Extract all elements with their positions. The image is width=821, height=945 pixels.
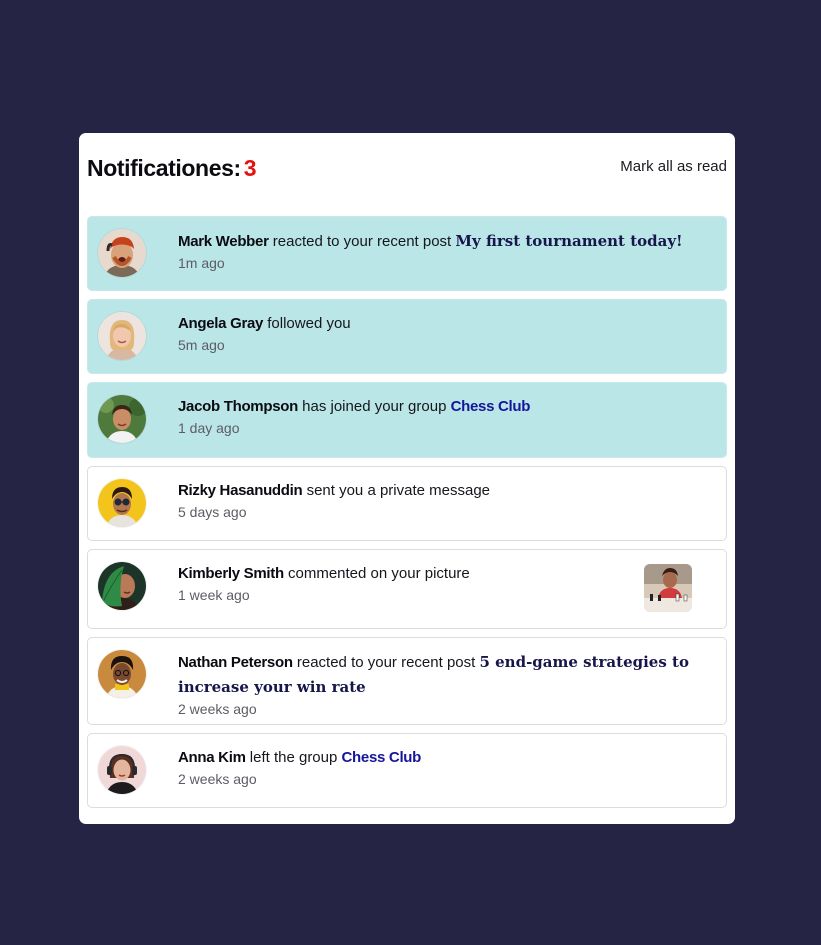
notification-item[interactable]: Jacob Thompson has joined your group Che… [87,382,727,458]
user-name[interactable]: Nathan Peterson [178,654,293,671]
unread-count-badge: 3 [243,155,257,181]
notification-action: has joined your group [297,398,451,415]
user-name[interactable]: Angela Gray [178,315,263,332]
notification-text: Kimberly Smith commented on your picture… [178,562,713,605]
notification-item[interactable]: Mark Webber reacted to your recent post … [87,216,727,291]
notification-action: reacted to your recent post [268,233,456,250]
group-link[interactable]: Chess Club [342,749,422,766]
notification-time: 5 days ago [178,504,247,520]
notification-text: Rizky Hasanuddin sent you a private mess… [178,479,713,522]
man-sunglasses-avatar-icon[interactable] [98,479,146,527]
notification-action: commented on your picture [283,565,470,582]
notification-text: Nathan Peterson reacted to your recent p… [178,650,713,719]
notification-item[interactable]: Kimberly Smith commented on your picture… [87,549,727,629]
notification-item[interactable]: Anna Kim left the group Chess Club 2 wee… [87,733,727,808]
group-link[interactable]: Chess Club [451,398,531,415]
page-title: Notificationes: 3 [87,153,257,183]
user-name[interactable]: Mark Webber [178,233,269,250]
man-shouting-avatar-icon[interactable] [98,229,146,277]
blonde-woman-avatar-icon[interactable] [98,312,146,360]
notification-item[interactable]: Nathan Peterson reacted to your recent p… [87,637,727,725]
notification-action: reacted to your recent post [292,654,480,671]
notification-time: 2 weeks ago [178,771,257,787]
notification-time: 1 week ago [178,587,250,603]
notifications-card: Notificationes: 3 Mark all as read Mark W… [79,133,735,824]
notification-action: followed you [263,315,351,332]
user-name[interactable]: Anna Kim [178,749,246,766]
chess-picture-thumbnail-icon[interactable] [644,564,692,612]
notification-action: left the group [245,749,342,766]
title-text: Notificationes: [87,155,241,181]
user-name[interactable]: Kimberly Smith [178,565,284,582]
notification-item[interactable]: Angela Gray followed you 5m ago [87,299,727,374]
notification-text: Jacob Thompson has joined your group Che… [178,395,713,438]
notification-time: 2 weeks ago [178,701,257,717]
woman-with-leaf-avatar-icon[interactable] [98,562,146,610]
notification-time: 1 day ago [178,420,240,436]
notification-text: Anna Kim left the group Chess Club 2 wee… [178,746,713,789]
notification-time: 1m ago [178,255,225,271]
user-name[interactable]: Rizky Hasanuddin [178,482,303,499]
man-curly-hair-avatar-icon[interactable] [98,650,146,698]
man-in-nature-avatar-icon[interactable] [98,395,146,443]
notification-item[interactable]: Rizky Hasanuddin sent you a private mess… [87,466,727,541]
notification-time: 5m ago [178,337,225,353]
user-name[interactable]: Jacob Thompson [178,398,298,415]
notification-text: Mark Webber reacted to your recent post … [178,229,713,273]
mark-all-as-read-button[interactable]: Mark all as read [620,157,727,177]
post-link[interactable]: My first tournament today! [455,232,682,250]
notification-action: sent you a private message [302,482,491,499]
notifications-header: Notificationes: 3 Mark all as read [87,153,727,183]
woman-headphones-avatar-icon[interactable] [98,746,146,794]
notification-text: Angela Gray followed you 5m ago [178,312,713,355]
